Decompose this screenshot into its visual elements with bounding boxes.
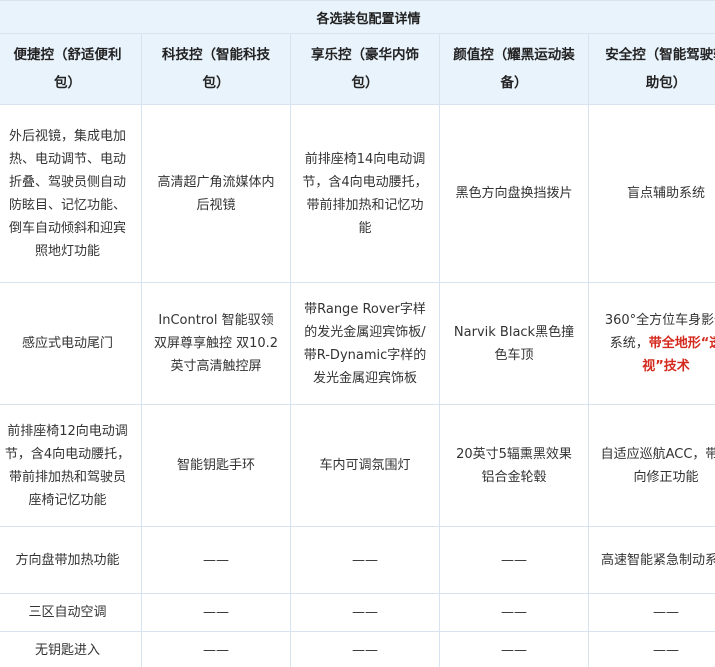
table-cell: —— xyxy=(587,631,715,667)
header-safety-assist-pack: 安全控（智能驾驶辅助包） xyxy=(587,33,715,105)
table-cell: 方向盘带加热功能 xyxy=(0,526,142,594)
table-cell: 三区自动空调 xyxy=(0,593,142,632)
table-row: 无钥匙进入 —— —— —— —— xyxy=(0,631,715,667)
table-cell: 前排座椅12向电动调节，含4向电动腰托，带前排加热和驾驶员座椅记忆功能 xyxy=(0,404,142,527)
table-cell: 车内可调氛围灯 xyxy=(290,404,440,527)
table-cell: 自适应巡航ACC，带方向修正功能 xyxy=(587,404,715,527)
table-cell: InControl 智能驭领 双屏尊享触控 双10.2英寸高清触控屏 xyxy=(141,282,291,405)
table-cell: 智能钥匙手环 xyxy=(141,404,291,527)
table-cell: —— xyxy=(439,526,589,594)
table-cell: 高速智能紧急制动系统 xyxy=(587,526,715,594)
table-title-row: 各选装包配置详情 xyxy=(0,0,715,34)
header-tech-pack: 科技控（智能科技包） xyxy=(141,33,291,105)
table-row: 方向盘带加热功能 —— —— —— 高速智能紧急制动系统 xyxy=(0,526,715,594)
table-cell: —— xyxy=(141,593,291,632)
table-cell: 外后视镜，集成电加热、电动调节、电动折叠、驾驶员侧自动防眩目、记忆功能、倒车自动… xyxy=(0,104,142,283)
table-cell: —— xyxy=(141,631,291,667)
table-cell: 黑色方向盘换挡拨片 xyxy=(439,104,589,283)
table-title: 各选装包配置详情 xyxy=(0,0,715,34)
table-cell: Narvik Black黑色撞色车顶 xyxy=(439,282,589,405)
table-header-row: 便捷控（舒适便利包） 科技控（智能科技包） 享乐控（豪华内饰包） 颜值控（耀黑运… xyxy=(0,33,715,105)
table-cell: 无钥匙进入 xyxy=(0,631,142,667)
table-row: 外后视镜，集成电加热、电动调节、电动折叠、驾驶员侧自动防眩目、记忆功能、倒车自动… xyxy=(0,104,715,283)
table-row: 感应式电动尾门 InControl 智能驭领 双屏尊享触控 双10.2英寸高清触… xyxy=(0,282,715,405)
package-config-table: 各选装包配置详情 便捷控（舒适便利包） 科技控（智能科技包） 享乐控（豪华内饰包… xyxy=(0,0,715,667)
table-cell: —— xyxy=(290,631,440,667)
highlight-text: 带全地形“透视”技术 xyxy=(642,336,715,374)
table-cell: 20英寸5辐熏黑效果铝合金轮毂 xyxy=(439,404,589,527)
table-cell: —— xyxy=(439,631,589,667)
table-cell: 高清超广角流媒体内后视镜 xyxy=(141,104,291,283)
table-cell: —— xyxy=(439,593,589,632)
table-row: 前排座椅12向电动调节，含4向电动腰托，带前排加热和驾驶员座椅记忆功能 智能钥匙… xyxy=(0,404,715,527)
table-cell: —— xyxy=(141,526,291,594)
table-cell: 前排座椅14向电动调节，含4向电动腰托，带前排加热和记忆功能 xyxy=(290,104,440,283)
table-cell: 360°全方位车身影像系统，带全地形“透视”技术 xyxy=(587,282,715,405)
config-table-container: 各选装包配置详情 便捷控（舒适便利包） 科技控（智能科技包） 享乐控（豪华内饰包… xyxy=(0,0,715,667)
table-row: 三区自动空调 —— —— —— —— xyxy=(0,593,715,632)
header-luxury-interior-pack: 享乐控（豪华内饰包） xyxy=(290,33,440,105)
header-black-sport-pack: 颜值控（耀黑运动装备） xyxy=(439,33,589,105)
header-convenience-pack: 便捷控（舒适便利包） xyxy=(0,33,142,105)
table-cell: —— xyxy=(290,526,440,594)
table-cell: —— xyxy=(587,593,715,632)
table-cell: —— xyxy=(290,593,440,632)
table-cell: 带Range Rover字样的发光金属迎宾饰板/带R-Dynamic字样的发光金… xyxy=(290,282,440,405)
table-cell: 盲点辅助系统 xyxy=(587,104,715,283)
table-cell: 感应式电动尾门 xyxy=(0,282,142,405)
